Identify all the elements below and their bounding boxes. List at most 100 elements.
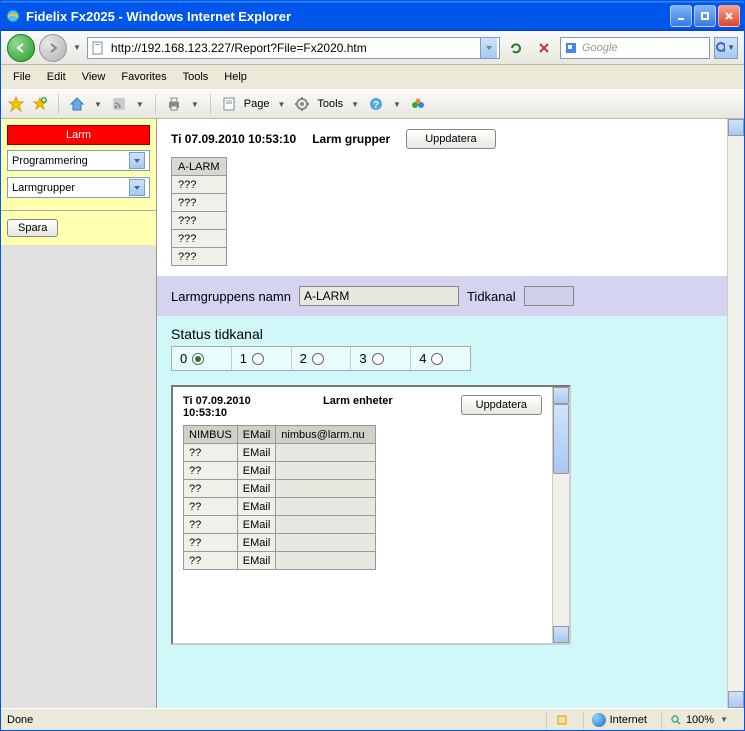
scroll-down-icon[interactable] xyxy=(553,626,569,643)
group-row[interactable]: ??? xyxy=(172,212,227,230)
groups-table: A-LARM ??? ??? ??? ??? ??? xyxy=(171,157,227,266)
table-row: ??EMail xyxy=(184,516,376,534)
group-row[interactable]: A-LARM xyxy=(172,158,227,176)
radio-icon xyxy=(372,353,384,365)
radio-2[interactable]: 2 xyxy=(292,347,352,370)
feeds-drop[interactable]: ▼ xyxy=(134,100,146,109)
scroll-thumb[interactable] xyxy=(553,404,569,474)
radio-1[interactable]: 1 xyxy=(232,347,292,370)
tools-menu-icon xyxy=(293,95,311,113)
timestamp: Ti 07.09.2010 10:53:10 xyxy=(171,132,296,146)
feeds-icon[interactable] xyxy=(110,95,128,113)
address-dropdown[interactable] xyxy=(480,38,497,58)
menu-file[interactable]: File xyxy=(5,68,39,86)
tools-drop[interactable]: ▼ xyxy=(349,100,361,109)
group-row[interactable]: ??? xyxy=(172,176,227,194)
page-menu[interactable]: Page xyxy=(244,98,270,110)
tidkanal-value[interactable] xyxy=(524,286,574,306)
table-row: NIMBUSEMailnimbus@larm.nu xyxy=(184,426,376,444)
sidebar-select-programmering[interactable]: Programmering xyxy=(7,150,150,171)
search-button[interactable]: ▼ xyxy=(714,37,738,59)
inner-update-button[interactable]: Uppdatera xyxy=(461,395,542,415)
group-name-label: Larmgruppens namn xyxy=(171,289,291,304)
group-name-input[interactable] xyxy=(299,286,459,306)
scroll-up-icon[interactable] xyxy=(553,387,569,404)
select1-value: Programmering xyxy=(12,155,88,167)
print-icon[interactable] xyxy=(165,95,183,113)
content-area: Larm Programmering Larmgrupper Spara xyxy=(1,119,744,708)
globe-icon xyxy=(592,713,606,727)
scroll-down-icon[interactable] xyxy=(728,691,744,708)
table-row: ??EMail xyxy=(184,444,376,462)
radio-3[interactable]: 3 xyxy=(351,347,411,370)
print-drop[interactable]: ▼ xyxy=(189,100,201,109)
window: Fidelix Fx2025 - Windows Internet Explor… xyxy=(0,0,745,731)
status-text: Done xyxy=(7,714,33,726)
sidebar-select-larmgrupper[interactable]: Larmgrupper xyxy=(7,177,150,198)
search-box[interactable]: Google xyxy=(560,37,710,59)
spara-button[interactable]: Spara xyxy=(7,219,58,237)
group-row[interactable]: ??? xyxy=(172,194,227,212)
status-zone[interactable]: Internet xyxy=(583,711,655,729)
help-drop[interactable]: ▼ xyxy=(391,100,403,109)
favorites-icon[interactable] xyxy=(7,95,25,113)
back-button[interactable] xyxy=(7,34,35,62)
titlebar: Fidelix Fx2025 - Windows Internet Explor… xyxy=(1,1,744,31)
radio-icon xyxy=(312,353,324,365)
sidebar: Larm Programmering Larmgrupper Spara xyxy=(1,119,157,708)
minimize-button[interactable] xyxy=(670,5,692,27)
status-security[interactable] xyxy=(546,711,577,729)
group-row[interactable]: ??? xyxy=(172,248,227,266)
scroll-up-icon[interactable] xyxy=(728,119,744,136)
forward-button[interactable] xyxy=(39,34,67,62)
table-row: ??EMail xyxy=(184,480,376,498)
status-zoom[interactable]: 100%▼ xyxy=(661,711,738,729)
ie-icon xyxy=(5,8,21,24)
update-button[interactable]: Uppdatera xyxy=(406,129,495,149)
devices-panel: Ti 07.09.2010 10:53:10 Larm enheter Uppd… xyxy=(171,385,571,645)
inner-heading: Larm enheter xyxy=(323,395,393,407)
menu-favorites[interactable]: Favorites xyxy=(113,68,174,86)
main-scrollbar[interactable] xyxy=(727,119,744,708)
menu-tools[interactable]: Tools xyxy=(175,68,217,86)
name-section: Larmgruppens namn Tidkanal xyxy=(157,276,727,316)
menubar: File Edit View Favorites Tools Help xyxy=(1,65,744,89)
menu-help[interactable]: Help xyxy=(216,68,255,86)
shield-icon xyxy=(555,713,569,727)
close-button[interactable] xyxy=(718,5,740,27)
maximize-button[interactable] xyxy=(694,5,716,27)
stop-button[interactable] xyxy=(532,36,556,60)
table-row: ??EMail xyxy=(184,552,376,570)
inner-timestamp: Ti 07.09.2010 10:53:10 xyxy=(183,395,293,419)
page-menu-icon xyxy=(220,95,238,113)
nav-history-drop[interactable]: ▼ xyxy=(71,43,83,52)
larm-button[interactable]: Larm xyxy=(7,125,150,145)
table-row: ??EMail xyxy=(184,462,376,480)
radio-0[interactable]: 0 xyxy=(172,347,232,370)
home-icon[interactable] xyxy=(68,95,86,113)
page-drop[interactable]: ▼ xyxy=(275,100,287,109)
window-title: Fidelix Fx2025 - Windows Internet Explor… xyxy=(26,9,670,24)
help-icon[interactable]: ? xyxy=(367,95,385,113)
groups-section: Ti 07.09.2010 10:53:10 Larm grupper Uppd… xyxy=(157,119,727,276)
search-placeholder: Google xyxy=(582,42,617,54)
radio-4[interactable]: 4 xyxy=(411,347,470,370)
menu-view[interactable]: View xyxy=(74,68,114,86)
add-favorite-icon[interactable] xyxy=(31,95,49,113)
table-row: ??EMail xyxy=(184,498,376,516)
menu-edit[interactable]: Edit xyxy=(39,68,74,86)
zoom-icon xyxy=(670,714,682,726)
groups-heading: Larm grupper xyxy=(312,132,390,146)
main-view: Ti 07.09.2010 10:53:10 Larm grupper Uppd… xyxy=(157,119,744,708)
home-drop[interactable]: ▼ xyxy=(92,100,104,109)
address-input[interactable] xyxy=(109,41,480,55)
select2-drop-icon xyxy=(129,179,145,196)
svg-text:?: ? xyxy=(373,100,379,111)
group-row[interactable]: ??? xyxy=(172,230,227,248)
radio-icon xyxy=(431,353,443,365)
tools-menu[interactable]: Tools xyxy=(317,98,343,110)
refresh-button[interactable] xyxy=(504,36,528,60)
msn-icon[interactable] xyxy=(409,95,427,113)
inner-scrollbar[interactable] xyxy=(552,387,569,643)
status-section: Status tidkanal 0 1 2 3 4 Ti 07.09.2010 … xyxy=(157,316,727,708)
